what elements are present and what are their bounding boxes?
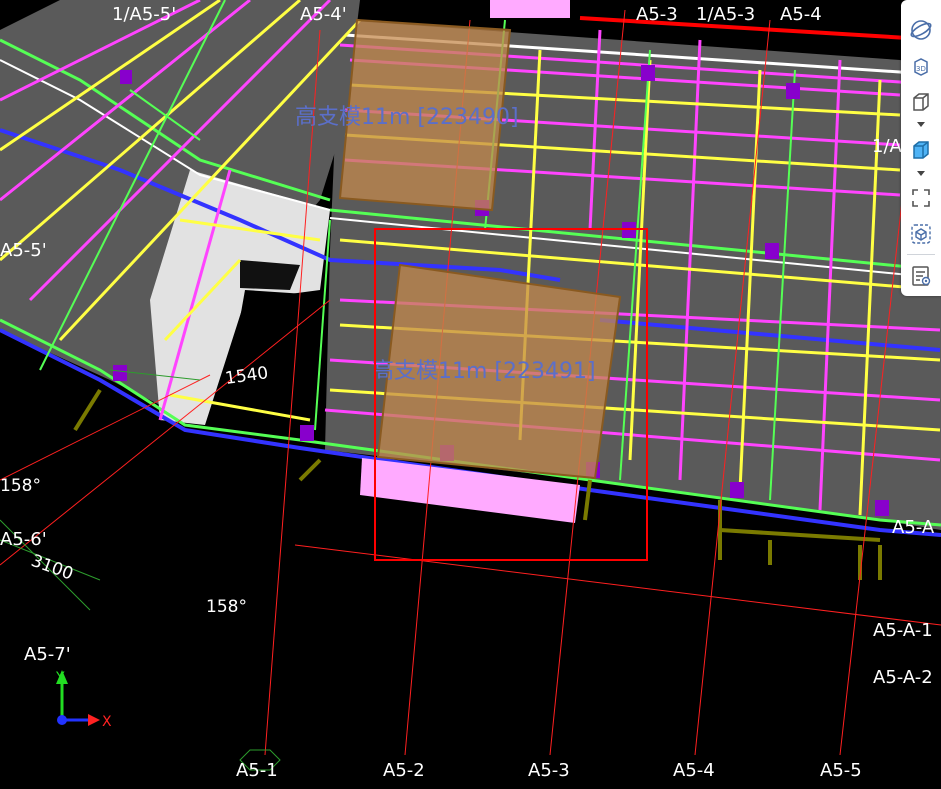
cube-view-dropdown-caret[interactable]	[917, 171, 925, 176]
fit-screen-icon	[912, 189, 930, 207]
grid-label: A5-2	[383, 760, 425, 781]
axis-y-label: Y	[55, 670, 65, 686]
grid-label: 1/A	[872, 136, 903, 157]
length-dimension: 3100	[28, 551, 75, 585]
grid-label: A5-3	[528, 760, 570, 781]
grid-label: 1/A5-5'	[112, 4, 176, 25]
toolbar-divider	[907, 254, 935, 255]
fit-screen-button[interactable]	[905, 184, 937, 212]
pink-edge-top	[490, 0, 570, 18]
grid-label: A5-3	[636, 4, 678, 25]
svg-text:3D: 3D	[916, 65, 926, 73]
section-box-icon	[911, 224, 931, 244]
grid-label: A5-5	[820, 760, 862, 781]
grid-label: A5-4	[673, 760, 715, 781]
box-view-icon	[913, 93, 929, 111]
grid-label: A5-5'	[0, 240, 47, 261]
grid-label: A5-A-2	[873, 667, 933, 688]
zone-label-223490: 高支模11m [223490]	[295, 105, 519, 130]
orbit-icon	[910, 20, 932, 40]
grid-label: A5-1	[236, 760, 278, 781]
angle-dimension: 158°	[0, 476, 41, 496]
properties-icon	[912, 266, 931, 286]
axis-triad: Y X	[55, 670, 112, 730]
grid-label: A5-A	[892, 517, 935, 538]
grid-labels-bottom: A5-1 A5-2 A5-3 A5-4 A5-5	[236, 749, 862, 781]
cube-view-icon	[913, 141, 929, 159]
grid-label: 1/A5-3	[696, 4, 755, 25]
box-view-button[interactable]	[905, 88, 937, 116]
length-dimension: 1540	[224, 363, 270, 389]
box-view-dropdown-caret[interactable]	[917, 122, 925, 127]
orbit-button[interactable]	[905, 16, 937, 44]
3d-view-button[interactable]: 3D	[905, 52, 937, 80]
grid-label: A5-4'	[300, 4, 347, 25]
zone-223491[interactable]: 高支模11m [223491]	[372, 263, 622, 480]
angle-dimension: 158°	[206, 597, 247, 617]
grid-label: A5-A-1	[873, 620, 933, 641]
grid-label: A5-7'	[24, 644, 71, 665]
3d-view-icon: 3D	[914, 58, 928, 76]
axis-x-label: X	[102, 714, 112, 730]
section-box-button[interactable]	[905, 220, 937, 248]
grid-label: A5-6'	[0, 529, 47, 550]
zone-label-223491: 高支模11m [223491]	[372, 359, 596, 384]
properties-button[interactable]	[905, 262, 937, 290]
model-viewport[interactable]: 高支模11m [223490] 高支模11m [223491] 1/A5-5' …	[0, 0, 941, 784]
grid-label: A5-4	[780, 4, 822, 25]
view-toolbar: 3D	[901, 0, 941, 296]
cube-view-button[interactable]	[905, 136, 937, 164]
